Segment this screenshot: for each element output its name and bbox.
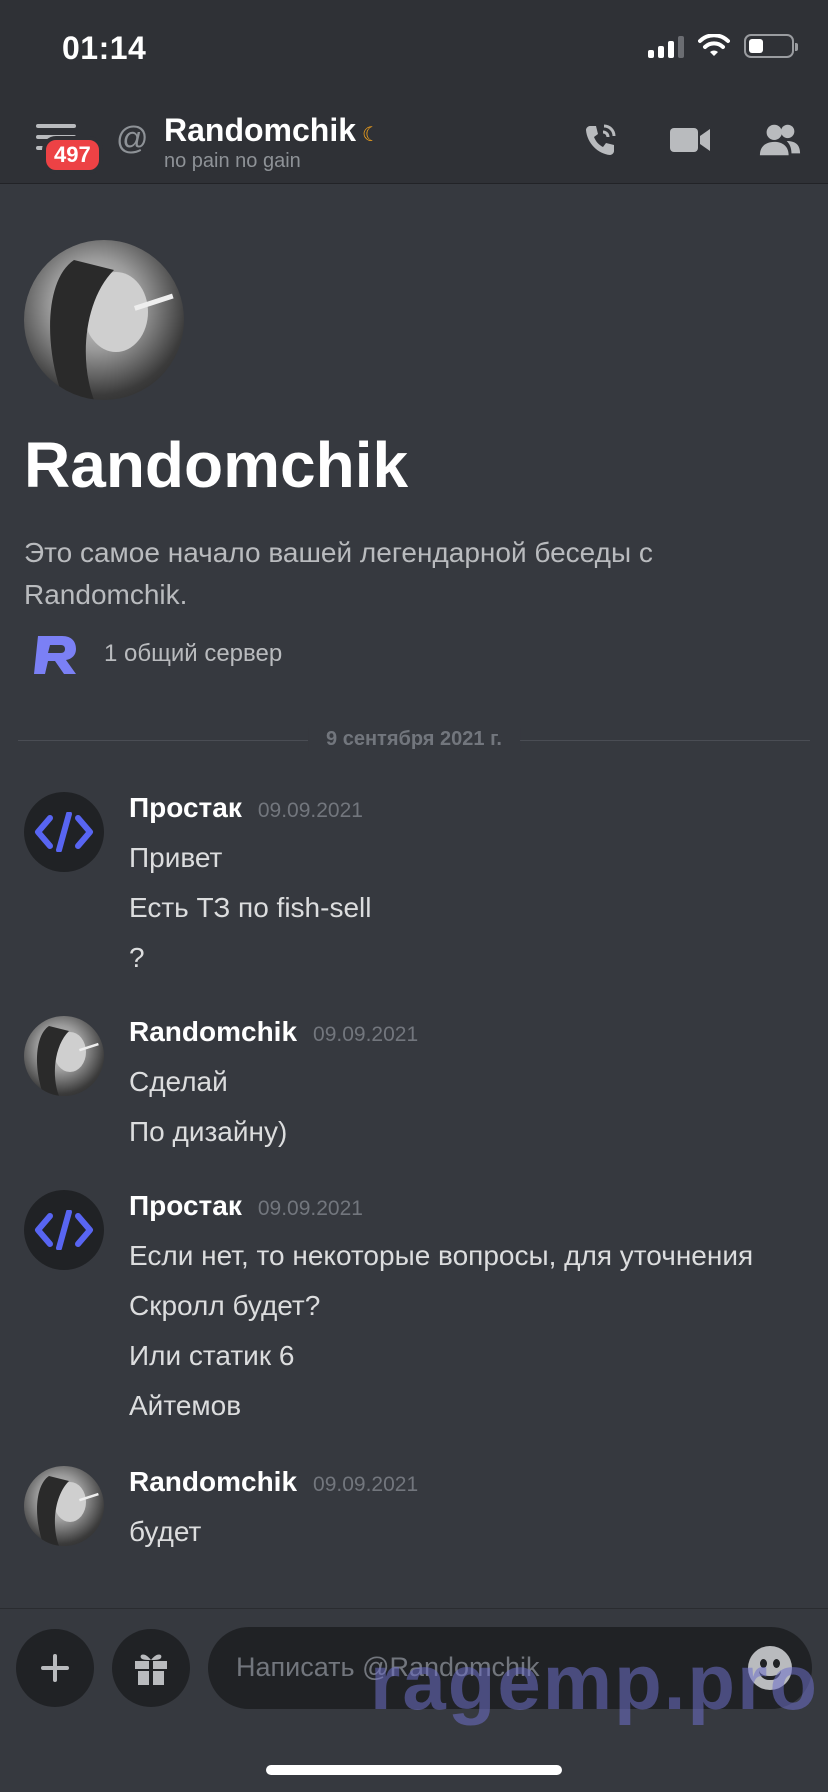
- message-text[interactable]: Айтемов: [129, 1388, 753, 1438]
- channel-title[interactable]: Randomchik ☾: [164, 112, 380, 149]
- intro-description: Это самое начало вашей легендарной бесед…: [24, 537, 653, 610]
- profile-avatar[interactable]: [24, 240, 184, 400]
- message-timestamp: 09.09.2021: [313, 1023, 419, 1046]
- intro-username: Randomchik: [24, 429, 409, 501]
- user-avatar[interactable]: [24, 1016, 104, 1096]
- message-text[interactable]: будет: [129, 1514, 201, 1564]
- message-text[interactable]: Есть ТЗ по fish-sell: [129, 890, 371, 940]
- message-author[interactable]: Простак: [129, 792, 242, 823]
- top-bar: 01:14 497 @ Randomchik ☾ no pain no gain: [0, 0, 828, 184]
- user-avatar[interactable]: [24, 1466, 104, 1546]
- home-indicator[interactable]: [266, 1765, 562, 1775]
- video-camera-icon: [670, 128, 710, 152]
- message-timestamp: 09.09.2021: [257, 799, 363, 822]
- voice-call-button[interactable]: [578, 118, 622, 162]
- battery-icon: [744, 34, 798, 58]
- plus-icon: [41, 1654, 69, 1682]
- people-icon: [759, 124, 801, 156]
- wifi-icon: [698, 34, 730, 56]
- user-avatar[interactable]: [24, 1190, 104, 1270]
- message-text[interactable]: Сделай: [129, 1064, 287, 1114]
- add-attachment-button[interactable]: [16, 1629, 94, 1707]
- message-author[interactable]: Простак: [129, 1190, 242, 1221]
- unread-badge: 497: [42, 136, 103, 174]
- message-timestamp: 09.09.2021: [257, 1197, 363, 1220]
- gift-icon: [135, 1654, 167, 1685]
- date-divider: 9 сентября 2021 г.: [18, 728, 810, 751]
- message-timestamp: 09.09.2021: [313, 1473, 419, 1496]
- user-avatar[interactable]: [24, 792, 104, 872]
- channel-name: Randomchik: [164, 112, 357, 148]
- avatar-portrait: [37, 1476, 99, 1546]
- avatar-portrait: [37, 1026, 99, 1096]
- header-actions: [578, 118, 802, 162]
- at-icon: @: [116, 120, 149, 156]
- channel-custom-status: no pain no gain: [164, 150, 301, 172]
- message-author[interactable]: Randomchik: [129, 1016, 297, 1047]
- message-text[interactable]: Или статик 6: [129, 1338, 753, 1388]
- code-brackets-icon: [35, 812, 93, 852]
- message-text[interactable]: Привет: [129, 840, 371, 890]
- message-text[interactable]: Скролл будет?: [129, 1288, 753, 1338]
- members-button[interactable]: [758, 118, 802, 162]
- status-icons: [648, 34, 798, 58]
- message-text[interactable]: Если нет, то некоторые вопросы, для уточ…: [129, 1238, 753, 1288]
- avatar-portrait: [50, 260, 174, 400]
- cellular-signal-icon: [648, 34, 684, 58]
- server-logo-icon: [30, 628, 82, 680]
- mutual-servers-label: 1 общий сервер: [104, 640, 283, 667]
- message-author[interactable]: Randomchik: [129, 1466, 297, 1497]
- video-call-button[interactable]: [668, 118, 712, 162]
- message-text[interactable]: По дизайну): [129, 1114, 287, 1164]
- gift-button[interactable]: [112, 1629, 190, 1707]
- status-time: 01:14: [62, 30, 147, 66]
- date-divider-label: 9 сентября 2021 г.: [308, 728, 520, 751]
- code-brackets-icon: [35, 1210, 93, 1250]
- idle-moon-icon: ☾: [362, 124, 380, 146]
- mutual-servers[interactable]: 1 общий сервер: [30, 628, 282, 680]
- phone-call-icon: [586, 124, 616, 155]
- watermark: ragemp.pro: [370, 1638, 820, 1726]
- message-text[interactable]: ?: [129, 940, 371, 990]
